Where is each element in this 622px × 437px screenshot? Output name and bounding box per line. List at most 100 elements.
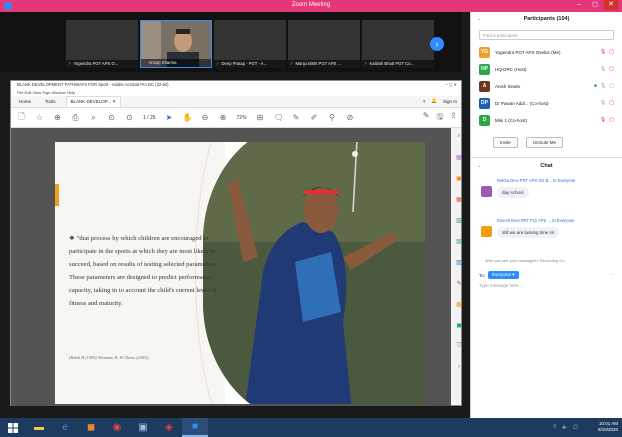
draw-icon[interactable]: ✐: [310, 113, 319, 122]
video-off-icon[interactable]: ▢: [609, 66, 614, 72]
avatar: HP: [479, 64, 490, 75]
participant-row[interactable]: HP HQ-DRC (Host) 🎙 ▢: [471, 61, 622, 78]
avatar: [481, 226, 492, 237]
video-off-icon[interactable]: ▢: [609, 117, 614, 123]
video-off-icon[interactable]: ▢: [609, 100, 614, 106]
create-pdf-icon[interactable]: ▣: [456, 175, 462, 182]
zoom-taskbar-icon[interactable]: ■: [182, 418, 208, 437]
tab-document[interactable]: BLANK DEVELOP... ✕: [65, 96, 121, 107]
invite-button[interactable]: Invite: [493, 137, 518, 148]
pdf-tabs: Home Tools BLANK DEVELOP... ✕ ? 🔔 Sign I…: [11, 96, 461, 108]
edit-pdf-icon[interactable]: ✎: [423, 111, 430, 125]
edit-pdf-tool-icon[interactable]: ▦: [456, 196, 462, 203]
fill-sign-icon[interactable]: ✎: [456, 280, 461, 287]
pdf-titlebar: BLANK DEVELOPMENT PATHWAYS FOR Sport - A…: [11, 81, 461, 89]
highlight-pen-icon[interactable]: ✎: [292, 113, 301, 122]
upload-icon[interactable]: ⊕: [53, 113, 62, 122]
system-tray[interactable]: ⌔ 🔈 ▢: [552, 424, 578, 430]
select-cursor-icon[interactable]: ➤: [165, 113, 174, 122]
zoom-level-select[interactable]: 72%: [237, 115, 247, 121]
mic-icon[interactable]: 🎙: [600, 66, 606, 72]
pdf-page: ❖ "that process by which children are en…: [55, 142, 425, 404]
compress-icon[interactable]: ◼: [457, 322, 462, 329]
next-page-arrow-icon[interactable]: ›: [430, 37, 444, 51]
muted-mic-icon[interactable]: 🎙: [600, 117, 606, 123]
minimize-button[interactable]: –: [572, 0, 586, 10]
export-pdf-icon[interactable]: ▤: [456, 154, 462, 161]
chat-input[interactable]: Type message here...: [471, 279, 622, 288]
bookmark-star-icon[interactable]: ☆: [35, 113, 44, 122]
search-tool-icon[interactable]: ⌕: [457, 133, 460, 140]
video-tile[interactable]: ✗ Kailash Bhatt PGT Co...: [362, 20, 434, 68]
collapse-chevron-icon[interactable]: ⌄: [477, 158, 482, 174]
share-icon[interactable]: ⇪: [450, 111, 457, 125]
close-button[interactable]: ✕: [604, 0, 618, 10]
participant-row[interactable]: YG Yogendra PGT APS Ovelior (Me) 🎙 ▢: [471, 44, 622, 61]
attach-icon[interactable]: ⊘: [346, 113, 355, 122]
video-off-icon[interactable]: ▢: [609, 49, 614, 55]
tab-tools[interactable]: Tools: [41, 97, 60, 106]
participant-row[interactable]: DP Dr Pawan Addi... (Co-host) 🎙 ▢: [471, 95, 622, 112]
more-tools-icon[interactable]: ›: [458, 364, 460, 370]
unmute-me-button[interactable]: Unmute Me: [525, 137, 564, 148]
video-tile[interactable]: ✗ Manju Bisht PGT APS ...: [288, 20, 360, 68]
comment-tool-icon[interactable]: ▥: [456, 217, 462, 224]
mic-icon[interactable]: 🎙: [600, 83, 606, 89]
to-label: To:: [479, 272, 486, 278]
search-icon[interactable]: ⌕: [89, 113, 98, 123]
send-comments-icon[interactable]: ▩: [456, 301, 462, 308]
notification-icon[interactable]: ▢: [573, 424, 578, 430]
start-button[interactable]: [0, 418, 26, 437]
pdf-menubar[interactable]: File Edit View Sign Window Help: [11, 89, 461, 96]
protect-icon[interactable]: ⛉: [457, 343, 462, 350]
more-options-icon[interactable]: ⋯: [610, 272, 615, 278]
photos-icon[interactable]: ▣: [130, 418, 156, 437]
bell-icon[interactable]: 🔔: [431, 98, 437, 104]
combine-files-icon[interactable]: ▧: [456, 238, 462, 245]
video-tile[interactable]: ✗ Deep Pratap - PGT - A...: [214, 20, 286, 68]
mic-icon[interactable]: 🎙: [600, 100, 606, 106]
page-indicator[interactable]: 1 / 26: [143, 115, 156, 121]
new-file-icon[interactable]: 🗋: [17, 111, 26, 125]
participant-row[interactable]: A Anish Sinder ■ 🎙 ▢: [471, 78, 622, 95]
recipient-select[interactable]: Everyone ▾: [488, 271, 519, 279]
print-icon[interactable]: ⎙: [71, 113, 80, 123]
save-icon[interactable]: 🖫: [436, 111, 443, 125]
maximize-button[interactable]: ◻: [588, 0, 602, 10]
participant-name: Anish Sinder: [495, 84, 521, 89]
video-tile-active-speaker[interactable]: ✗ Anoop Sharma: [140, 20, 212, 68]
collapse-chevron-icon[interactable]: ⌄: [477, 12, 482, 26]
citation-text: (Bobik H (1995)/ Elomma, K. W/ Davis (20…: [69, 355, 149, 360]
tab-home[interactable]: Home: [15, 97, 35, 106]
video-tile[interactable]: ✗ Yogendra PGT APS O...: [66, 20, 138, 68]
help-icon[interactable]: ?: [423, 99, 426, 104]
zoom-out-icon[interactable]: ⊖: [201, 113, 210, 122]
clock[interactable]: 10:01 AM 8/10/2020: [598, 421, 618, 433]
pdf-toolbar: 🗋 ☆ ⊕ ⎙ ⌕ ⊙ ⊙ 1 / 26 ➤ ✋ ⊖ ⊕ 72% ⊞ 🗨 ✎ ✐…: [11, 108, 461, 128]
page-down-icon[interactable]: ⊙: [125, 113, 134, 122]
document-area[interactable]: ❖ "that process by which children are en…: [11, 128, 451, 406]
volume-icon[interactable]: 🔈: [562, 424, 568, 430]
network-icon[interactable]: ⌔: [552, 424, 557, 430]
store-icon[interactable]: ◼: [78, 418, 104, 437]
chrome-icon[interactable]: ◉: [104, 418, 130, 437]
video-tile-name: ✗ Anoop Sharma: [141, 59, 211, 67]
muted-mic-icon: ✗: [290, 61, 294, 66]
video-icon[interactable]: ▢: [609, 83, 614, 89]
file-explorer-icon[interactable]: ▬: [26, 418, 52, 437]
stamp-icon[interactable]: ⚲: [328, 113, 337, 122]
sign-in-link[interactable]: Sign In: [443, 99, 457, 104]
muted-mic-icon[interactable]: 🎙: [600, 49, 606, 55]
acrobat-icon[interactable]: ◈: [156, 418, 182, 437]
fit-page-icon[interactable]: ⊞: [256, 113, 265, 122]
participant-row[interactable]: D Mini 1 (Co-host) 🎙 ▢: [471, 112, 622, 129]
hand-tool-icon[interactable]: ✋: [183, 113, 193, 122]
edge-browser-icon[interactable]: e: [52, 418, 78, 437]
pdf-window-controls[interactable]: – ◻ ✕: [445, 81, 457, 89]
page-up-icon[interactable]: ⊙: [107, 113, 116, 122]
zoom-in-icon[interactable]: ⊕: [219, 113, 228, 122]
windows-taskbar: ▬ e ◼ ◉ ▣ ◈ ■ ⌔ 🔈 ▢ 10:01 AM 8/10/2020: [0, 418, 622, 437]
organize-pages-icon[interactable]: ▨: [456, 259, 462, 266]
participant-search-input[interactable]: Find a participant: [479, 30, 614, 40]
comment-icon[interactable]: 🗨: [274, 113, 284, 122]
